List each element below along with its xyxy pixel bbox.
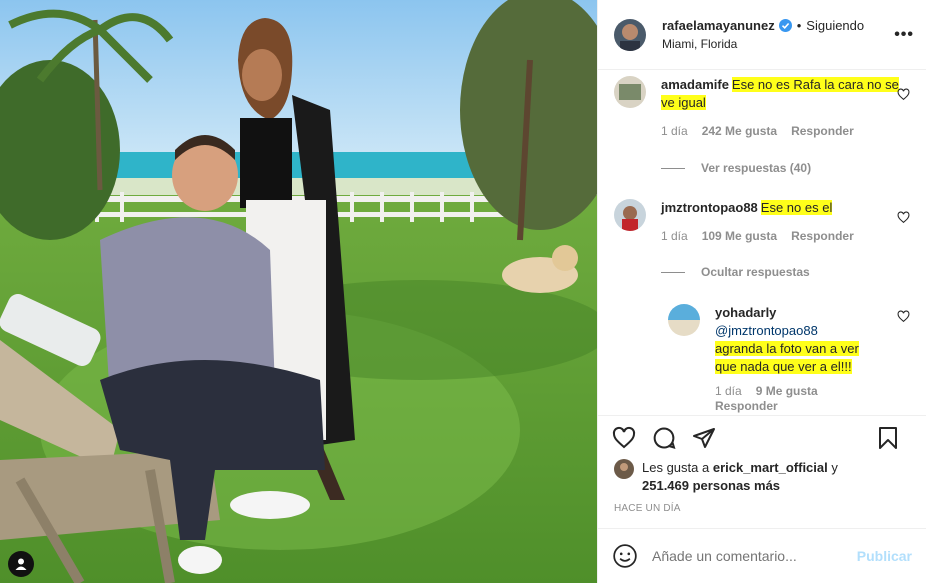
replies-toggle-label: Ocultar respuestas bbox=[701, 265, 810, 279]
post-sidebar: rafaelamayanunez • Siguiendo Miami, Flor… bbox=[597, 0, 926, 583]
share-plane-icon[interactable] bbox=[692, 426, 716, 450]
add-comment-bar: Publicar bbox=[598, 528, 926, 583]
commenter-avatar[interactable] bbox=[614, 199, 646, 231]
reply-time[interactable]: 1 día bbox=[715, 384, 742, 399]
emoji-icon[interactable] bbox=[612, 543, 638, 569]
comment-item: jmztrontopao88 Ese no es el 1 día 109 Me … bbox=[614, 199, 910, 243]
like-heart-icon[interactable] bbox=[612, 426, 636, 450]
likes-middle: y bbox=[831, 460, 838, 475]
replies-toggle-label: Ver respuestas (40) bbox=[701, 161, 812, 175]
comment-item: amadamife Ese no es Rafa la cara no se ve… bbox=[614, 76, 910, 138]
reply-button[interactable]: Responder bbox=[715, 399, 778, 414]
reply-likes[interactable]: 9 Me gusta bbox=[756, 384, 818, 399]
likes-count[interactable]: 251.469 personas más bbox=[642, 478, 780, 493]
commenter-avatar[interactable] bbox=[614, 76, 646, 108]
comment-text: Ese no es el bbox=[760, 200, 833, 215]
hide-replies-toggle[interactable]: Ocultar respuestas bbox=[661, 265, 810, 279]
reply-mention[interactable]: @jmztrontopao88 bbox=[715, 322, 910, 340]
comment-time[interactable]: 1 día bbox=[661, 124, 688, 138]
reply-item: yohadarly @jmztrontopao88 agranda la fot… bbox=[668, 304, 910, 414]
like-comment-heart-icon[interactable] bbox=[897, 88, 910, 101]
post-timestamp[interactable]: HACE UN DÍA bbox=[598, 495, 926, 520]
post-image bbox=[0, 0, 597, 583]
post-actions bbox=[598, 415, 926, 459]
save-bookmark-icon[interactable] bbox=[876, 426, 900, 450]
comment-likes[interactable]: 109 Me gusta bbox=[702, 229, 777, 243]
replies-divider-line bbox=[661, 167, 685, 169]
following-button[interactable]: Siguiendo bbox=[806, 18, 864, 33]
post-location[interactable]: Miami, Florida bbox=[662, 37, 864, 51]
post-photo[interactable] bbox=[0, 0, 597, 583]
likes-prefix: Les gusta a bbox=[642, 460, 710, 475]
reply-button[interactable]: Responder bbox=[791, 229, 854, 243]
liker-avatar[interactable] bbox=[614, 459, 634, 479]
likes-summary: Les gusta a erick_mart_official y 251.46… bbox=[598, 459, 926, 495]
comment-time[interactable]: 1 día bbox=[661, 229, 688, 243]
reply-button[interactable]: Responder bbox=[791, 124, 854, 138]
view-replies-toggle[interactable]: Ver respuestas (40) bbox=[661, 161, 811, 175]
publish-button[interactable]: Publicar bbox=[857, 548, 912, 564]
comment-likes[interactable]: 242 Me gusta bbox=[702, 124, 777, 138]
reply-text-line2: que nada que ver a el!!! bbox=[715, 359, 852, 374]
reply-username[interactable]: yohadarly bbox=[715, 304, 907, 322]
post-header: rafaelamayanunez • Siguiendo Miami, Flor… bbox=[598, 0, 926, 70]
comment-bubble-icon[interactable] bbox=[652, 426, 676, 450]
tagged-user-icon[interactable] bbox=[8, 551, 34, 577]
more-options-icon[interactable]: ••• bbox=[894, 26, 914, 44]
comment-input[interactable] bbox=[652, 548, 857, 564]
like-comment-heart-icon[interactable] bbox=[897, 211, 910, 224]
like-reply-heart-icon[interactable] bbox=[897, 310, 910, 323]
author-avatar[interactable] bbox=[614, 18, 646, 51]
replier-avatar[interactable] bbox=[668, 304, 700, 336]
separator-dot: • bbox=[796, 18, 802, 33]
comment-username[interactable]: amadamife bbox=[661, 77, 729, 92]
replies-divider-line bbox=[661, 271, 685, 273]
comment-username[interactable]: jmztrontopao88 bbox=[661, 200, 758, 215]
comments-list: amadamife Ese no es Rafa la cara no se ve… bbox=[598, 70, 926, 415]
verified-badge-icon bbox=[778, 19, 792, 32]
reply-text-line1: agranda la foto van a ver bbox=[715, 341, 859, 356]
author-username[interactable]: rafaelamayanunez bbox=[662, 18, 775, 33]
liker-username[interactable]: erick_mart_official bbox=[713, 460, 828, 475]
